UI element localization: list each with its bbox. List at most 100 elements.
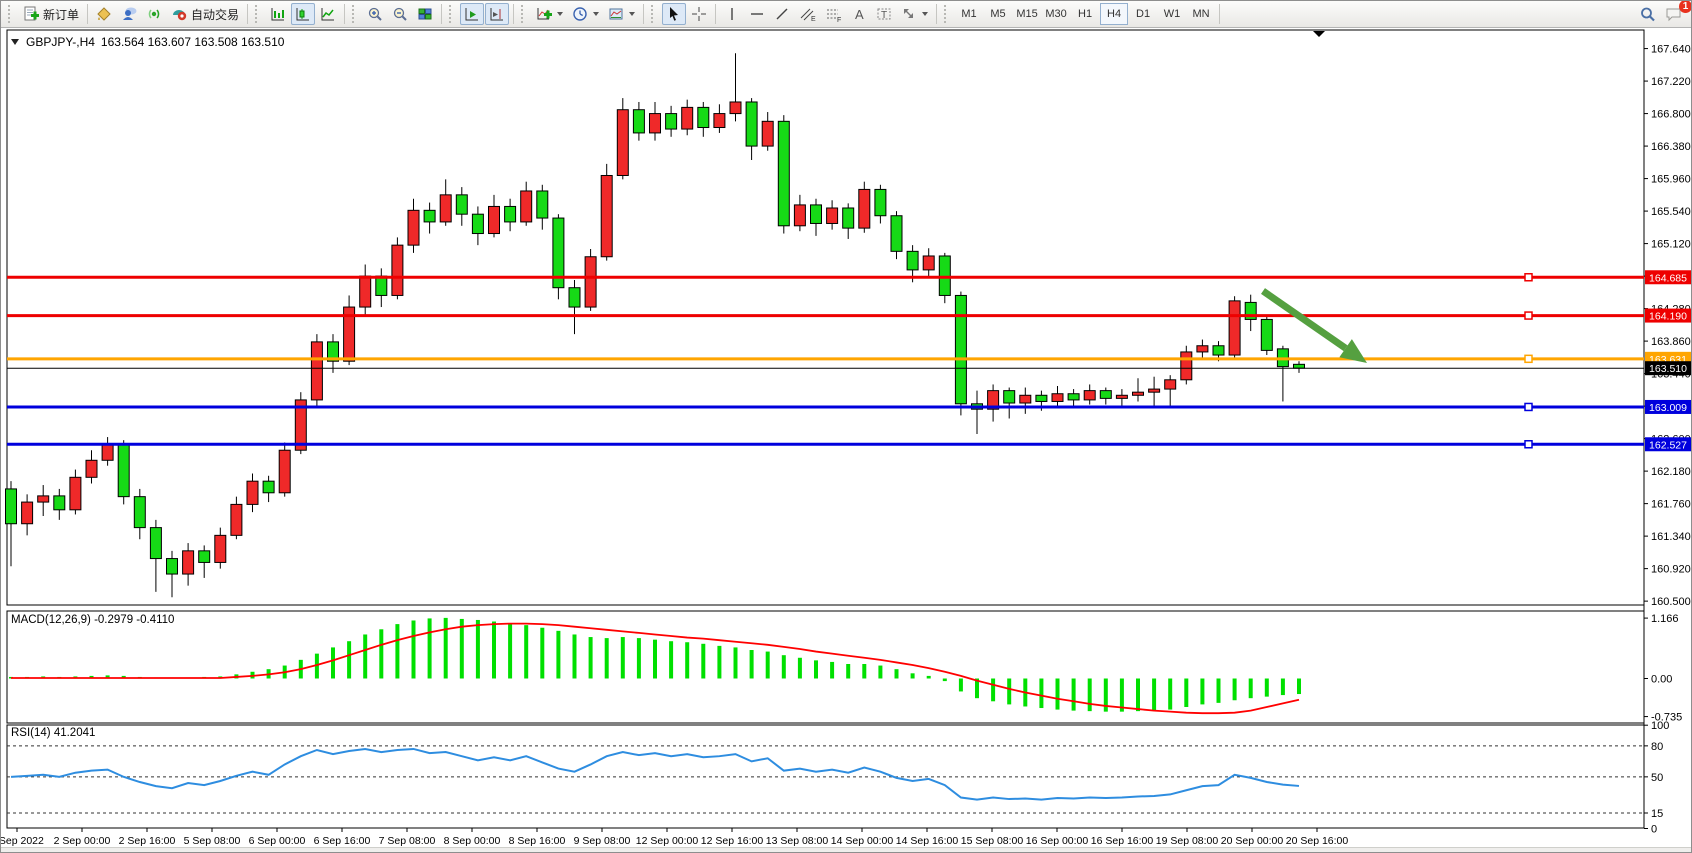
time-tick-label: 20 Sep 00:00 [1221,835,1284,847]
fibonacci-button[interactable]: F [821,3,846,25]
candle [1165,380,1176,389]
time-tick-label: 7 Sep 08:00 [379,835,436,847]
periods-button[interactable] [568,3,603,25]
hline-marker[interactable] [1525,355,1532,362]
candle [489,206,500,233]
macd-bar [331,647,335,678]
chat-button[interactable]: 1 [1661,3,1687,25]
macd-bar [862,664,866,679]
bar-chart-button[interactable] [266,3,290,25]
time-tick-label: 6 Sep 16:00 [314,835,371,847]
candle [714,114,725,128]
macd-bar [653,640,657,679]
macd-bar [556,631,560,679]
symbol-dropdown-icon[interactable] [11,38,20,46]
macd-bar [492,622,496,679]
macd-bar [1056,679,1060,710]
candle [70,477,81,510]
profile-button[interactable] [117,3,141,25]
tab-timeframe-w1[interactable]: W1 [1158,3,1186,25]
macd-bar [476,620,480,679]
tab-timeframe-mn[interactable]: MN [1187,3,1215,25]
tab-timeframe-d1[interactable]: D1 [1129,3,1157,25]
candlestick-button[interactable] [291,3,315,25]
horizontal-line-button[interactable] [745,3,769,25]
zoom-in-button[interactable] [363,3,387,25]
text-button[interactable]: A [847,3,871,25]
vertical-line-icon [725,6,739,22]
chart-area[interactable]: 167.640167.220166.800166.380165.960165.5… [1,28,1692,853]
new-order-button[interactable]: 新订单 [19,3,83,25]
vertical-line-button[interactable] [720,3,744,25]
price-tick-label: 165.540 [1651,206,1691,218]
macd-bar [637,638,641,678]
candle [376,276,387,295]
signal-button[interactable] [142,3,166,25]
macd-bar [1152,679,1156,711]
hline-marker[interactable] [1525,403,1532,410]
arrows-caret-icon [922,12,928,16]
tab-timeframe-h4[interactable]: H4 [1100,3,1128,25]
candle [1261,319,1272,350]
candle [440,195,451,222]
line-chart-icon [320,6,336,22]
chart-shift-button[interactable] [485,3,509,25]
candle [311,342,322,400]
auto-trading-button[interactable]: 自动交易 [167,3,243,25]
horizontal-line-icon [749,6,765,22]
tab-timeframe-m5[interactable]: M5 [984,3,1012,25]
time-tick-label: 13 Sep 08:00 [766,835,829,847]
tab-timeframe-m30[interactable]: M30 [1042,3,1070,25]
macd-bar [669,641,673,678]
time-tick-label: 19 Sep 08:00 [1156,835,1219,847]
text-label-button[interactable]: T [872,3,896,25]
toolbar-grip[interactable] [8,5,15,23]
candle [827,208,838,223]
candle [424,210,435,222]
arrows-button[interactable] [897,3,932,25]
svg-text:T: T [881,10,887,21]
macd-panel[interactable] [7,611,1644,723]
macd-bar [1297,679,1301,695]
price-tick-label: 165.120 [1651,239,1691,251]
main-panel[interactable] [7,30,1644,605]
hline-marker[interactable] [1525,441,1532,448]
search-button[interactable] [1635,3,1660,25]
candle [392,245,403,295]
trendline-button[interactable] [770,3,794,25]
price-tag-label: 163.510 [1649,363,1687,375]
candle [875,189,886,215]
candle [167,559,178,574]
notification-badge: 1 [1679,0,1692,13]
candle [1294,364,1305,368]
candle [601,175,612,256]
zoom-out-button[interactable] [388,3,412,25]
macd-bar [734,647,738,678]
tab-timeframe-h1[interactable]: H1 [1071,3,1099,25]
hline-marker[interactable] [1525,274,1532,281]
crosshair-button[interactable] [687,3,711,25]
tab-timeframe-m15[interactable]: M15 [1013,3,1041,25]
chart-canvas[interactable]: 167.640167.220166.800166.380165.960165.5… [1,28,1692,853]
candlestick-icon [295,6,311,22]
macd-bar [1281,679,1285,696]
candle [1036,395,1047,401]
template-button[interactable] [604,3,639,25]
macd-bar [589,637,593,678]
macd-bar [1039,679,1043,709]
line-chart-button[interactable] [316,3,340,25]
candle [843,208,854,228]
hline-marker[interactable] [1525,312,1532,319]
paint-bucket-button[interactable] [92,3,116,25]
auto-scroll-button[interactable] [460,3,484,25]
cursor-button[interactable] [662,3,686,25]
signal-icon [146,6,162,22]
profile-icon [121,6,137,22]
candle [1068,394,1079,400]
macd-bar [1007,679,1011,705]
indicators-button[interactable] [532,3,567,25]
tile-windows-button[interactable] [413,3,437,25]
channel-button[interactable]: E [795,3,820,25]
macd-bar [412,620,416,678]
tab-timeframe-m1[interactable]: M1 [955,3,983,25]
